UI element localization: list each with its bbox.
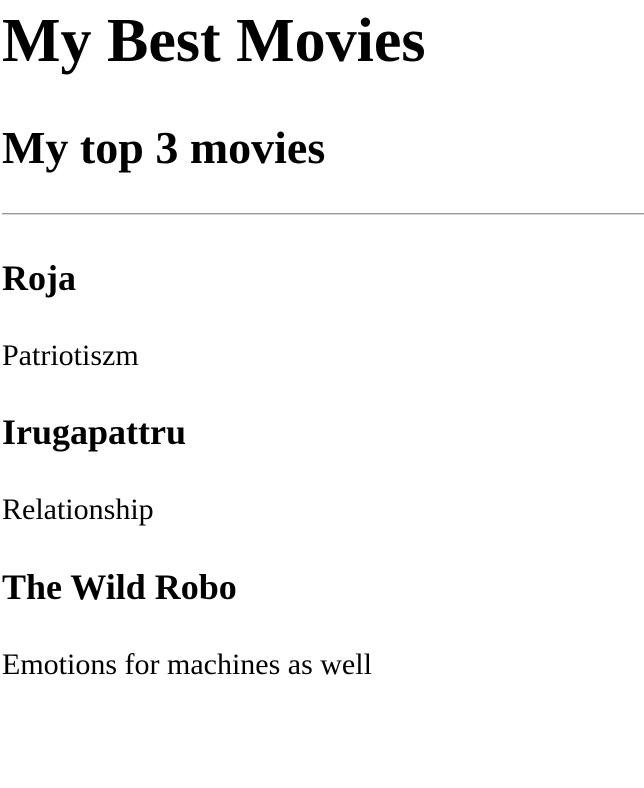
movie-title-roja: Roja <box>2 258 76 298</box>
page-title: My Best Movies <box>2 7 426 75</box>
movie-description-roja: Patriotiszm <box>2 339 139 372</box>
movie-description-the-wild-robo: Emotions for machines as well <box>2 648 372 681</box>
movie-title-irugapattru: Irugapattru <box>2 412 187 452</box>
page: My Best Movies My top 3 movies Roja Patr… <box>0 0 644 788</box>
movie-title-the-wild-robo: The Wild Robo <box>2 567 237 607</box>
horizontal-divider <box>2 213 644 215</box>
page-subtitle: My top 3 movies <box>2 122 326 173</box>
movie-description-irugapattru: Relationship <box>2 493 154 526</box>
